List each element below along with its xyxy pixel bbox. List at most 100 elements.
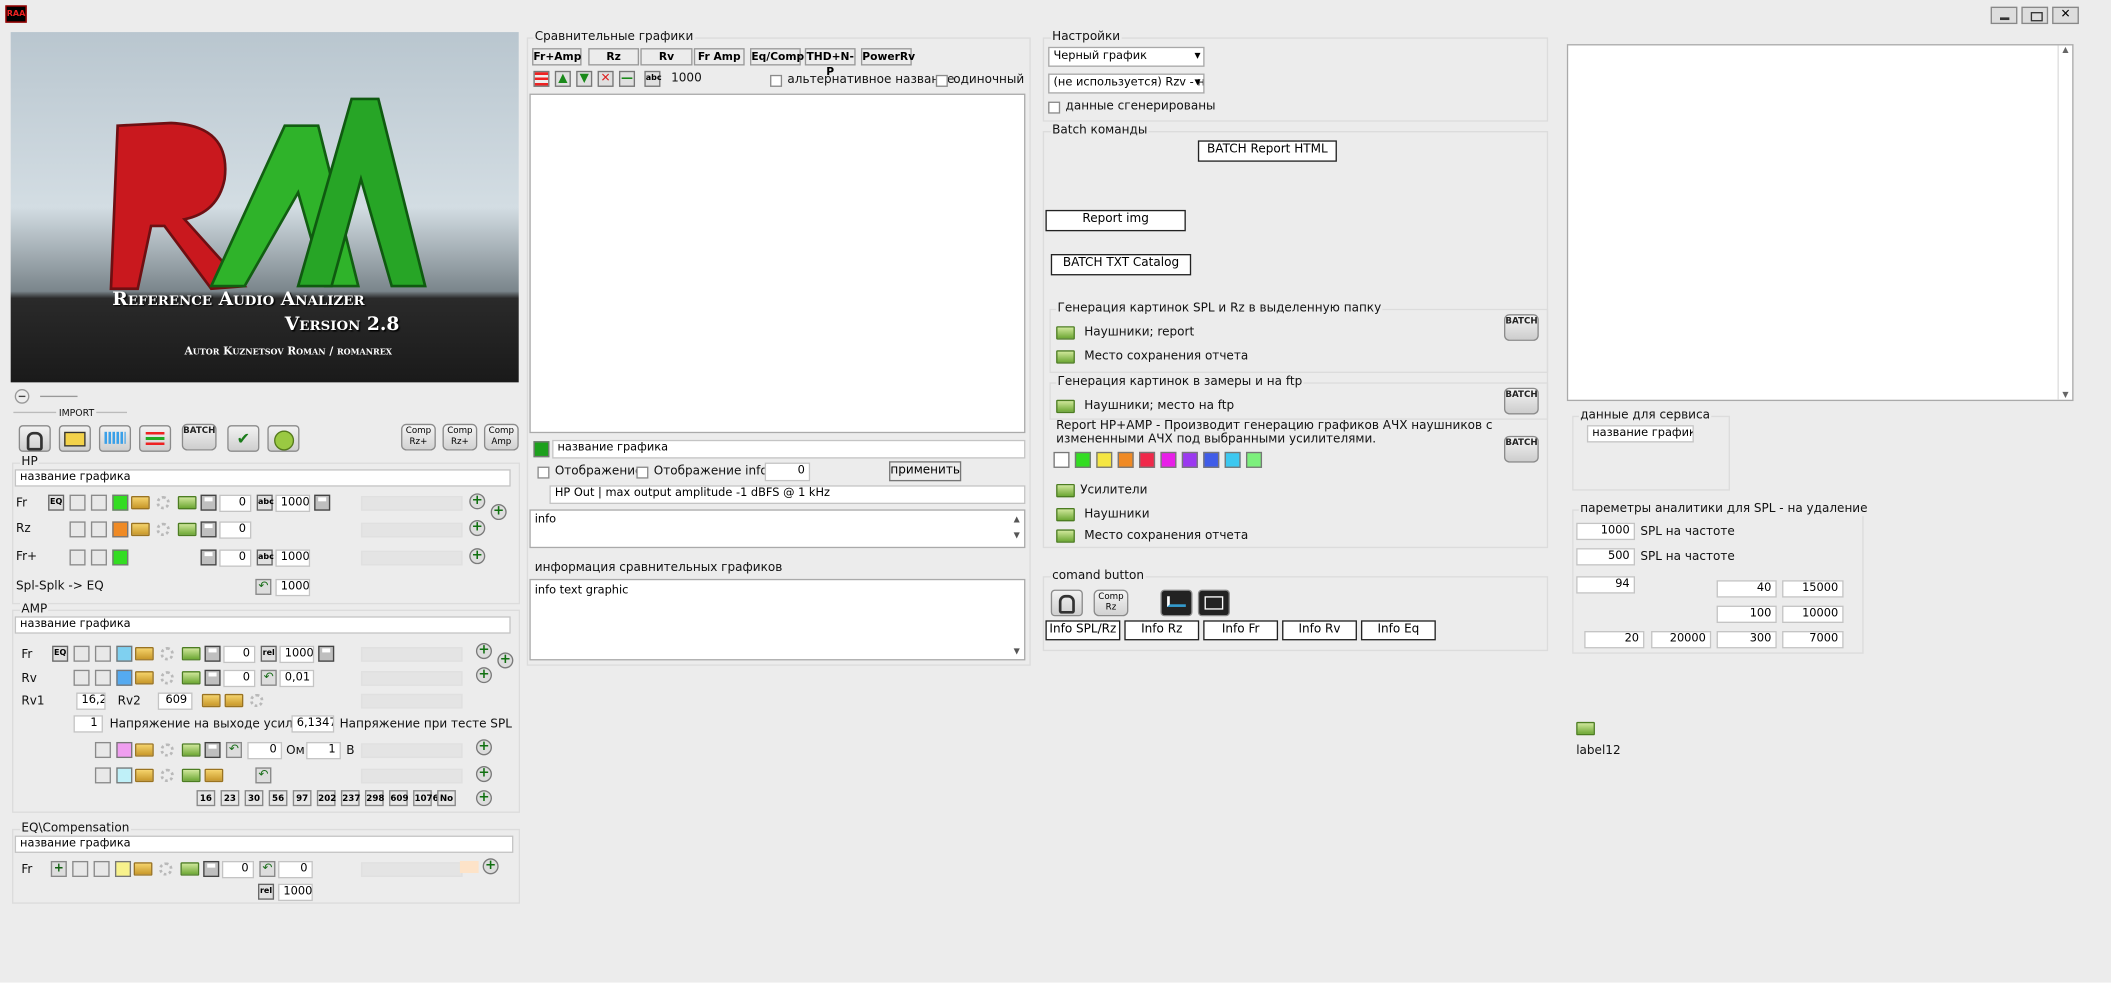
hp-fr-num-input[interactable]: 1000	[275, 494, 311, 513]
amp-row3-reset-icon[interactable]: ↶	[225, 741, 242, 759]
graph-style-select[interactable]: Черный график	[1048, 46, 1205, 67]
minus-line-icon[interactable]: —	[618, 70, 636, 87]
analytics-v3-input[interactable]: 94	[1576, 576, 1636, 594]
amp-row3-doc-icon[interactable]	[94, 741, 111, 759]
eqc-open-folder-icon[interactable]	[133, 862, 153, 876]
hp-rz-color-swatch[interactable]	[112, 521, 129, 538]
hp-fr-save2-icon[interactable]	[314, 494, 331, 511]
amp-rv2-input[interactable]: 609	[157, 692, 193, 710]
hp-rz-open-folder-icon[interactable]	[131, 522, 150, 537]
amp-fr-add-icon[interactable]: +	[475, 643, 492, 660]
hp-fr-add-icon[interactable]: +	[469, 493, 486, 510]
hp-frplus-slider[interactable]	[360, 550, 463, 566]
amp-preset-button[interactable]: 16	[196, 790, 216, 807]
amp-ohm-input[interactable]: 0	[247, 741, 283, 760]
close-button[interactable]: ✕	[2052, 6, 2079, 25]
collapse-icon[interactable]	[14, 389, 30, 404]
amp-row4-add-icon[interactable]: +	[475, 766, 492, 783]
amp-row3-open-folder-icon[interactable]	[135, 743, 154, 757]
compare-graph-name-input[interactable]: название графика	[552, 439, 1026, 459]
hp-fr-open-folder-icon[interactable]	[131, 495, 150, 510]
hp-frplus-abc-icon[interactable]: abc	[256, 549, 274, 566]
amp-rv-num-input[interactable]: 0,01	[279, 669, 315, 688]
report-color-swatch[interactable]	[1203, 451, 1220, 468]
amp-rv1-input[interactable]: 16,2	[76, 692, 106, 710]
comp-rz-plus-button-2[interactable]: Comp Rz+	[442, 423, 478, 451]
amp-row3-color-swatch[interactable]	[116, 741, 133, 759]
up-arrow-icon[interactable]: ▲	[554, 70, 571, 87]
hp-fr-folder-icon[interactable]	[177, 495, 197, 510]
comp-rz-cmd-button[interactable]: Comp Rz	[1093, 589, 1129, 617]
amp-rv-add-icon[interactable]: +	[475, 667, 492, 684]
eqc-rel-icon[interactable]: rel	[258, 883, 275, 900]
hp-frplus-wave-icon[interactable]	[90, 549, 107, 566]
abc-tool-icon[interactable]: abc	[644, 70, 662, 87]
tab-0[interactable]: Fr+Amp	[532, 48, 582, 66]
headphones-import-button[interactable]	[18, 425, 51, 452]
eqc-graph-name-input[interactable]: название графика	[14, 835, 514, 853]
amp-row4-color-swatch[interactable]	[116, 767, 133, 784]
hp-fr-slider[interactable]	[360, 495, 463, 511]
tab-1[interactable]: Rz	[588, 48, 640, 66]
headphones-cmd-button[interactable]	[1050, 589, 1083, 617]
hp-rz-value-input[interactable]: 0	[219, 521, 252, 539]
hp-spl-value-input[interactable]: 1000	[275, 578, 311, 597]
hp-frplus-num-input[interactable]: 1000	[275, 549, 311, 567]
amp-fr-folder-icon[interactable]	[181, 647, 201, 661]
save-place-folder-icon[interactable]	[1056, 350, 1075, 364]
info-scrollbar[interactable]: ▲ ▼	[1011, 512, 1023, 545]
eqc-plus-icon[interactable]: +	[50, 860, 67, 878]
hp-rz-wave-icon[interactable]	[90, 521, 107, 538]
hp-eq-icon[interactable]: EQ	[48, 494, 65, 511]
eqc-add-icon[interactable]: +	[482, 858, 499, 875]
gen-ftp-batch-button[interactable]: BATCH	[1504, 387, 1539, 415]
single-checkbox[interactable]	[935, 74, 948, 87]
hp-report-folder-icon[interactable]	[1056, 326, 1075, 340]
amp-preset-button[interactable]: 202	[316, 790, 336, 807]
batch-report-html-button[interactable]: BATCH Report HTML	[1197, 140, 1337, 162]
amp-fr-slider[interactable]	[360, 647, 463, 662]
hp-frplus-add-icon[interactable]: +	[469, 548, 486, 565]
amp-graph-name-input[interactable]: название графика	[14, 616, 511, 634]
report-color-swatch[interactable]	[1139, 451, 1156, 468]
eqc-value3-input[interactable]: 1000	[278, 883, 313, 902]
analytics-h2-input[interactable]: 20000	[1651, 631, 1712, 649]
batch-button[interactable]: BATCH	[181, 423, 217, 451]
hp-spl-reset-icon[interactable]: ↶	[255, 578, 272, 595]
amp-preset-button[interactable]: 30	[244, 790, 264, 807]
amp-rv-open-folder-icon[interactable]	[135, 671, 154, 685]
hp-rz-slider[interactable]	[360, 522, 463, 538]
amp-rv-open-folder2-icon[interactable]	[201, 693, 221, 708]
batch-txt-catalog-button[interactable]: BATCH TXT Catalog	[1050, 254, 1192, 276]
analytics-spl1-input[interactable]: 1000	[1576, 522, 1636, 541]
analytics-h1-input[interactable]: 20	[1584, 631, 1645, 649]
info-rv-button[interactable]: Info Rv	[1282, 620, 1357, 641]
info-fr-button[interactable]: Info Fr	[1203, 620, 1279, 641]
report-color-swatch[interactable]	[1074, 451, 1091, 468]
preview-panel[interactable]: ▲ ▼	[1566, 44, 2074, 402]
eqc-reset-icon[interactable]: ↶	[259, 860, 276, 878]
hp-rz-save-icon[interactable]	[200, 521, 217, 538]
delete-icon[interactable]: ✕	[597, 70, 614, 87]
tab-3[interactable]: Fr Amp	[693, 48, 745, 66]
eqc-wave-icon[interactable]	[93, 860, 110, 878]
analytics-g3-input[interactable]: 100	[1716, 605, 1777, 623]
report-batch-button[interactable]: BATCH	[1504, 435, 1539, 463]
compare-graph-list[interactable]	[529, 93, 1026, 434]
amp-rv-color-swatch[interactable]	[116, 669, 133, 686]
amp-eq-icon[interactable]: EQ	[52, 645, 69, 662]
amp-fr-wave-icon[interactable]	[94, 645, 111, 662]
report-color-swatch[interactable]	[1181, 451, 1198, 468]
display-checkbox[interactable]	[537, 466, 550, 479]
hp-frplus-color-swatch[interactable]	[112, 549, 129, 566]
amp-fr-rel-icon[interactable]: rel	[260, 645, 277, 662]
amp-preset-button[interactable]: 609	[389, 790, 409, 807]
amp-rv1-slider[interactable]	[360, 693, 463, 709]
graph-cmd-button[interactable]	[1160, 589, 1193, 617]
amp-add-icon[interactable]: +	[497, 652, 514, 669]
hp-out-input[interactable]: HP Out | max output amplitude -1 dBFS @ …	[549, 485, 1026, 505]
hp-rz-add-icon[interactable]: +	[469, 520, 486, 537]
check-button[interactable]: ✔	[227, 425, 260, 452]
amp-row4-folder-icon[interactable]	[181, 768, 201, 783]
analytics-spl2-input[interactable]: 500	[1576, 548, 1636, 566]
